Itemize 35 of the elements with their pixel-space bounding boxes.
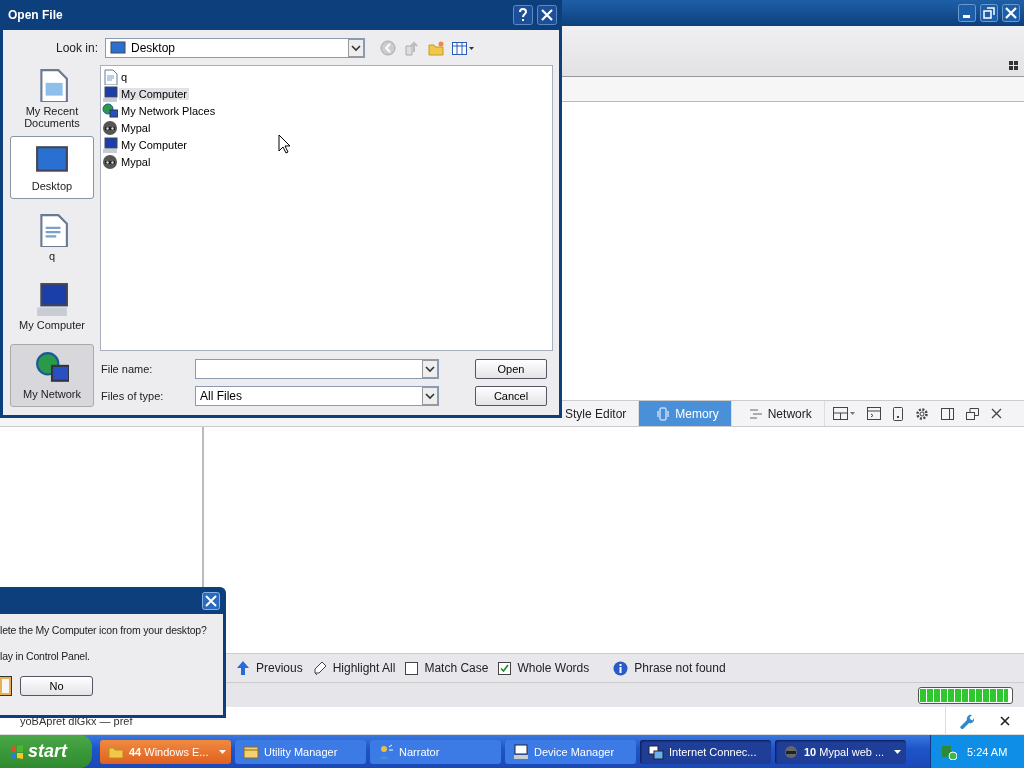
places-item[interactable]: My Computer <box>10 274 94 338</box>
file-name[interactable]: q <box>119 70 130 83</box>
file-name-label: File name: <box>101 363 154 375</box>
no-button[interactable]: No <box>20 676 93 696</box>
file-name[interactable]: Mypal <box>119 121 153 134</box>
places-item[interactable]: My Network <box>10 343 94 407</box>
devtools-tab[interactable]: Network <box>731 401 825 426</box>
file-type-dropdown[interactable]: All Files <box>195 386 439 406</box>
open-button[interactable]: Open <box>475 359 547 379</box>
taskbar-button[interactable]: Utility Manager <box>235 739 366 764</box>
checkbox-option[interactable]: Match Case <box>405 659 489 677</box>
places-item[interactable]: My Recent Documents <box>10 67 94 131</box>
dialog-title: Open File <box>8 8 63 22</box>
look-in-dropdown[interactable]: Desktop <box>105 38 365 58</box>
checkbox-option[interactable]: Whole Words <box>498 659 590 677</box>
file-name[interactable]: My Computer <box>119 138 190 151</box>
places-item[interactable]: q <box>10 205 94 269</box>
cancel-button[interactable]: Cancel <box>475 386 547 406</box>
taskbar-button[interactable]: Narrator <box>370 739 501 764</box>
previous-button[interactable]: Previous <box>236 659 303 677</box>
start-button[interactable]: start <box>0 735 92 768</box>
file-name[interactable]: My Computer <box>119 87 190 100</box>
taskbar-button[interactable]: 10 Mypal web ... <box>775 739 906 764</box>
highlight-all-button[interactable]: Highlight All <box>312 659 396 677</box>
dialog-message: lete the My Computer icon from your desktop? <box>0 624 208 636</box>
file-name[interactable]: Mypal <box>119 155 153 168</box>
look-in-label: Look in: <box>54 41 98 55</box>
taskbar-button[interactable]: Internet Connec... <box>640 739 771 764</box>
taskbar-button[interactable]: Device Manager <box>505 739 636 764</box>
dialog-message: lay in Control Panel. <box>0 650 91 662</box>
places-item[interactable]: Desktop <box>10 136 94 200</box>
find-status: Phrase not found <box>613 658 726 678</box>
file-name[interactable]: My Network Places <box>119 104 218 117</box>
file-type-label: Files of type: <box>101 390 165 402</box>
clock: 5:24 AM <box>967 745 1008 758</box>
